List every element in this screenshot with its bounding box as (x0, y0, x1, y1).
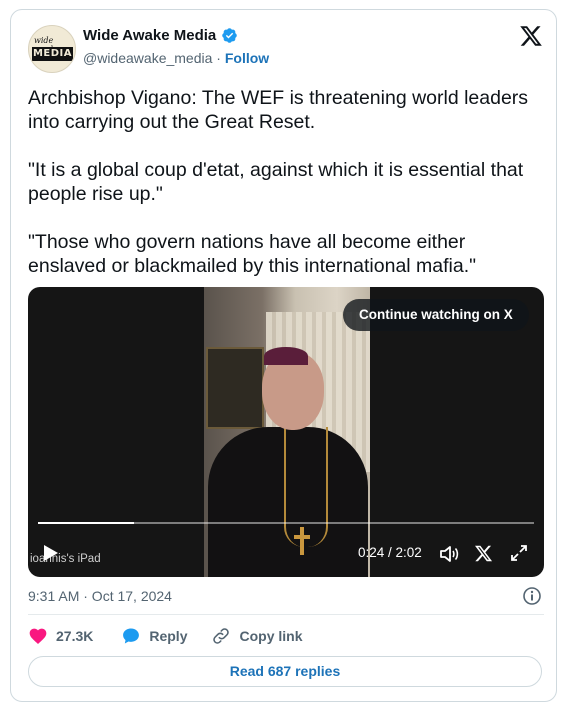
tweet-paragraph: "It is a global coup d'etat, against whi… (28, 159, 524, 205)
reply-label: Reply (149, 628, 188, 644)
reply-button[interactable]: Reply (121, 626, 187, 646)
author-handle-row: @wideawake_media · Follow (83, 50, 269, 66)
video-progress-bar[interactable] (38, 522, 534, 524)
tweet-timestamp[interactable]: 9:31 AM · Oct 17, 2024 (28, 588, 172, 604)
verified-badge-icon (222, 28, 238, 43)
play-icon[interactable] (40, 543, 60, 563)
video-player[interactable]: Continue watching on X ioannis's iPad 0:… (28, 287, 544, 577)
avatar-bottom-text: MEDIA (32, 47, 73, 61)
copy-link-label: Copy link (239, 628, 303, 644)
avatar[interactable]: wide awake MEDIA (28, 25, 76, 73)
tweet-paragraph: Archbishop Vigano: The WEF is threatenin… (28, 87, 529, 133)
video-time: 0:24 / 2:02 (358, 545, 422, 560)
like-button[interactable]: 27.3K (28, 626, 93, 646)
tweet-actions: 27.3K Reply Copy link (28, 626, 303, 646)
info-icon[interactable] (522, 586, 542, 606)
read-replies-button[interactable]: Read 687 replies (28, 656, 542, 687)
x-logo-icon[interactable] (519, 24, 543, 48)
fullscreen-icon[interactable] (510, 544, 528, 562)
link-icon (213, 628, 230, 644)
handle-separator: · (216, 50, 221, 66)
volume-icon[interactable] (439, 545, 459, 563)
author-name[interactable]: Wide Awake Media (83, 27, 216, 44)
divider (28, 614, 544, 615)
like-count: 27.3K (56, 628, 94, 644)
tweet-paragraph: "Those who govern nations have all becom… (28, 231, 477, 277)
video-progress-fill (38, 522, 134, 524)
x-small-icon[interactable] (474, 544, 493, 563)
copy-link-button[interactable]: Copy link (211, 626, 303, 646)
reply-bubble-icon (123, 628, 140, 644)
tweet-text: Archbishop Vigano: The WEF is threatenin… (28, 86, 543, 302)
author-name-row: Wide Awake Media (83, 27, 238, 44)
follow-button[interactable]: Follow (225, 50, 269, 66)
video-frame (204, 287, 370, 577)
author-handle[interactable]: @wideawake_media (83, 50, 212, 66)
continue-watching-button[interactable]: Continue watching on X (343, 299, 529, 331)
tweet-card: wide awake MEDIA Wide Awake Media @widea… (10, 9, 557, 702)
heart-icon (29, 628, 47, 644)
